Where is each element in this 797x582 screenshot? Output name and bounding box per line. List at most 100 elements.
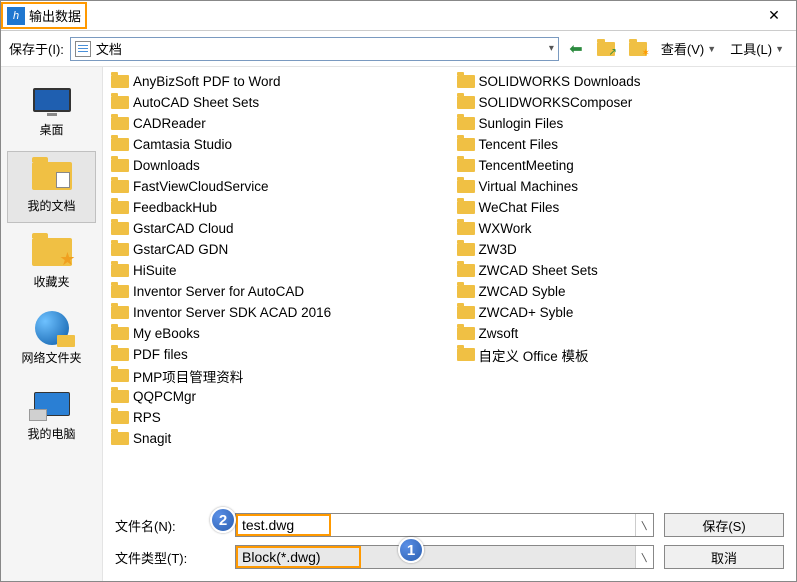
folder-icon (457, 138, 475, 151)
filename-input[interactable]: test.dwg 〵 (235, 513, 654, 537)
save-in-value: 文档 (96, 39, 122, 58)
app-icon: h (7, 7, 25, 25)
list-item-label: ZW3D (479, 242, 517, 257)
list-item[interactable]: Inventor Server for AutoCAD (109, 281, 445, 302)
list-item[interactable]: ZW3D (455, 239, 791, 260)
desktop-icon (33, 88, 71, 112)
list-item-label: Camtasia Studio (133, 137, 232, 152)
list-item-label: PMP项目管理资料 (133, 366, 243, 386)
list-item[interactable]: CADReader (109, 113, 445, 134)
list-item[interactable]: TencentMeeting (455, 155, 791, 176)
folder-icon (111, 411, 129, 424)
folder-icon (111, 264, 129, 277)
file-pane: AnyBizSoft PDF to Word AutoCAD Sheet Sets… (103, 67, 796, 581)
sidebar-item-label: 我的文档 (27, 197, 75, 214)
list-item-label: 自定义 Office 模板 (479, 345, 589, 365)
view-menu[interactable]: 查看(V)▼ (657, 37, 720, 61)
list-item-label: PDF files (133, 347, 188, 362)
list-item[interactable]: GstarCAD GDN (109, 239, 445, 260)
list-item[interactable]: FastViewCloudService (109, 176, 445, 197)
titlebar: h 输出数据 ✕ (1, 1, 796, 31)
close-button[interactable]: ✕ (752, 2, 796, 30)
list-item[interactable]: Downloads (109, 155, 445, 176)
list-item-label: ZWCAD+ Syble (479, 305, 574, 320)
sidebar-item-mydocs[interactable]: 我的文档 (7, 151, 96, 223)
list-item[interactable]: Camtasia Studio (109, 134, 445, 155)
sidebar-item-network[interactable]: 网络文件夹 (7, 303, 96, 375)
list-item[interactable]: 自定义 Office 模板 (455, 344, 791, 365)
chevron-down-icon: ▾ (549, 43, 554, 54)
sidebar-item-favorites[interactable]: ★ 收藏夹 (7, 227, 96, 299)
list-item-label: QQPCMgr (133, 389, 196, 404)
list-item-label: Tencent Files (479, 137, 559, 152)
sidebar-item-mycomputer[interactable]: 我的电脑 (7, 379, 96, 451)
list-item[interactable]: Tencent Files (455, 134, 791, 155)
folder-up-icon: ↗ (597, 42, 615, 56)
list-item-label: Zwsoft (479, 326, 519, 341)
list-item[interactable]: ZWCAD Syble (455, 281, 791, 302)
filetype-value: Block(*.dwg) (242, 549, 321, 565)
list-item[interactable]: AnyBizSoft PDF to Word (109, 71, 445, 92)
list-item-label: SOLIDWORKSComposer (479, 95, 633, 110)
list-item[interactable]: Inventor Server SDK ACAD 2016 (109, 302, 445, 323)
save-button[interactable]: 保存(S) (664, 513, 784, 537)
list-item[interactable]: QQPCMgr (109, 386, 445, 407)
folder-icon (457, 117, 475, 130)
computer-icon (34, 392, 70, 416)
document-icon (75, 41, 91, 57)
bottom-fields: 文件名(N): test.dwg 〵 保存(S) 文件类型(T): Block(… (103, 505, 796, 581)
list-item-label: FeedbackHub (133, 200, 217, 215)
folder-icon (457, 75, 475, 88)
chevron-down-icon[interactable]: 〵 (635, 546, 653, 568)
list-item-label: GstarCAD Cloud (133, 221, 234, 236)
list-item[interactable]: ZWCAD Sheet Sets (455, 260, 791, 281)
list-item-label: Inventor Server for AutoCAD (133, 284, 304, 299)
back-button[interactable]: ⬅ (565, 37, 587, 61)
filetype-combo[interactable]: Block(*.dwg) 〵 (235, 545, 654, 569)
folder-icon (457, 159, 475, 172)
list-item[interactable]: WeChat Files (455, 197, 791, 218)
list-item-label: WeChat Files (479, 200, 560, 215)
list-item[interactable]: PDF files (109, 344, 445, 365)
list-item[interactable]: SOLIDWORKS Downloads (455, 71, 791, 92)
list-item[interactable]: PMP项目管理资料 (109, 365, 445, 386)
list-item-label: ZWCAD Syble (479, 284, 566, 299)
folder-icon (111, 432, 129, 445)
folder-icon (457, 222, 475, 235)
folder-icon (457, 285, 475, 298)
sidebar-item-desktop[interactable]: 桌面 (7, 75, 96, 147)
list-item-label: AnyBizSoft PDF to Word (133, 74, 281, 89)
folder-icon (111, 243, 129, 256)
list-item[interactable]: Sunlogin Files (455, 113, 791, 134)
folder-icon (457, 201, 475, 214)
list-item[interactable]: SOLIDWORKSComposer (455, 92, 791, 113)
list-item[interactable]: FeedbackHub (109, 197, 445, 218)
list-item[interactable]: RPS (109, 407, 445, 428)
up-folder-button[interactable]: ↗ (593, 37, 619, 61)
new-folder-button[interactable]: ✶ (625, 37, 651, 61)
save-in-label: 保存于(I): (9, 39, 64, 58)
list-item[interactable]: GstarCAD Cloud (109, 218, 445, 239)
folder-icon (111, 117, 129, 130)
save-in-combo[interactable]: 文档 ▾ (70, 37, 559, 61)
chevron-down-icon: ▼ (707, 44, 716, 54)
list-item[interactable]: ZWCAD+ Syble (455, 302, 791, 323)
file-list[interactable]: AnyBizSoft PDF to Word AutoCAD Sheet Sets… (103, 67, 796, 505)
list-item[interactable]: AutoCAD Sheet Sets (109, 92, 445, 113)
list-item[interactable]: Zwsoft (455, 323, 791, 344)
list-item[interactable]: Snagit (109, 428, 445, 449)
list-item-label: Sunlogin Files (479, 116, 564, 131)
dialog-body: 桌面 我的文档 ★ 收藏夹 网络文件夹 我的电脑 AnyBizSo (1, 67, 796, 581)
list-item[interactable]: My eBooks (109, 323, 445, 344)
folder-icon (457, 96, 475, 109)
chevron-down-icon[interactable]: 〵 (635, 514, 653, 536)
folder-icon (457, 264, 475, 277)
tools-menu[interactable]: 工具(L)▼ (726, 37, 788, 61)
folder-icon (111, 348, 129, 361)
sidebar-item-label: 网络文件夹 (21, 349, 81, 366)
list-item[interactable]: Virtual Machines (455, 176, 791, 197)
list-item[interactable]: WXWork (455, 218, 791, 239)
folder-icon (457, 243, 475, 256)
cancel-button[interactable]: 取消 (664, 545, 784, 569)
list-item[interactable]: HiSuite (109, 260, 445, 281)
